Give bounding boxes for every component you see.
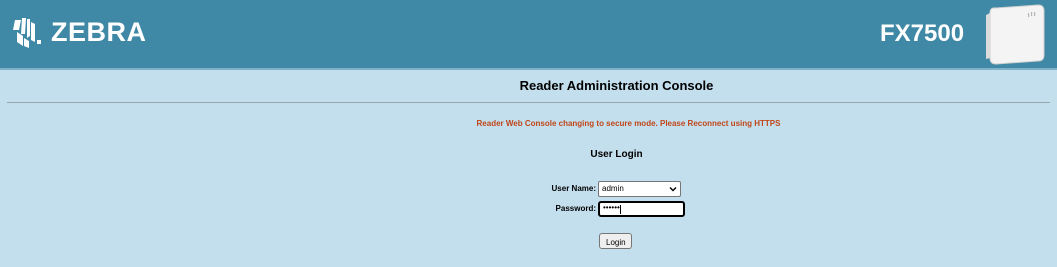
reader-device-icon [986,4,1045,65]
console-title: Reader Administration Console [519,78,714,93]
username-label: User Name: [551,184,596,193]
brand-name: ZEBRA [51,17,147,47]
header-bar: ZEBRA FX7500 [0,0,1057,70]
secure-mode-notice: Reader Web Console changing to secure mo… [476,119,781,128]
username-select[interactable]: admin [598,181,681,197]
model-name: FX7500 [880,20,965,47]
divider [7,102,1050,103]
password-value: •••••• [603,203,620,212]
chevron-down-icon [669,187,677,192]
login-button[interactable]: Login [599,233,632,249]
password-field[interactable]: •••••• [598,201,685,217]
login-title: User Login [590,149,643,160]
text-caret [620,205,621,214]
username-value: admin [602,184,624,193]
zebra-logo-icon [13,18,41,48]
password-label: Password: [555,204,596,213]
